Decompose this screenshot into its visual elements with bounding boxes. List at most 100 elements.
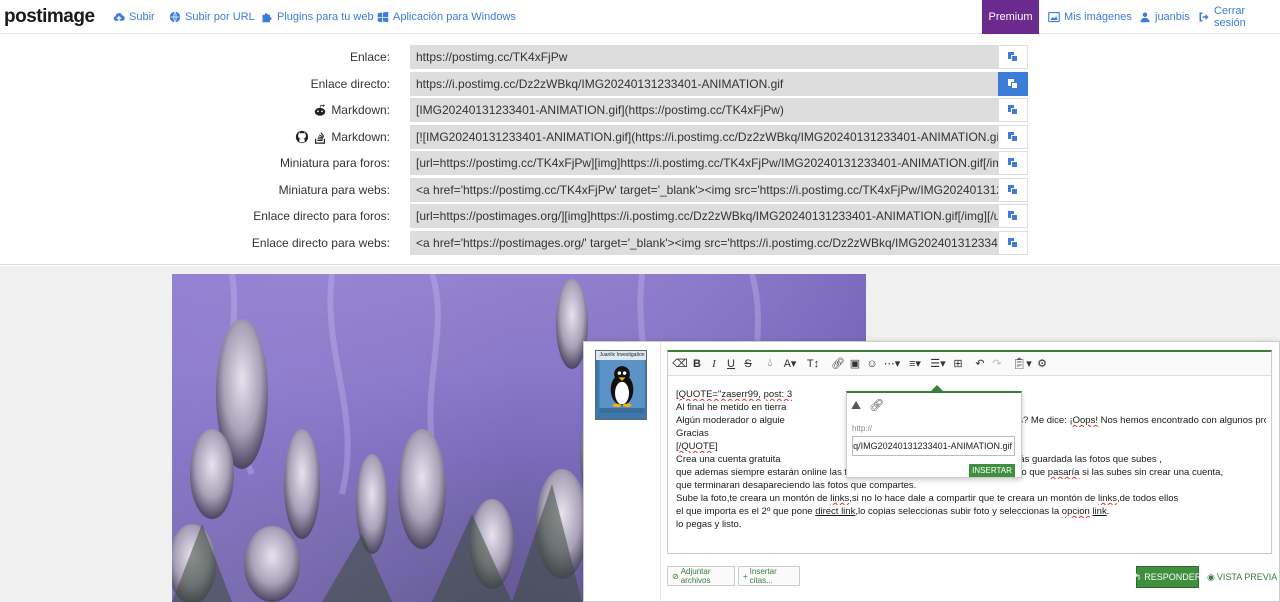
insert-image-popup: ⛰ 🔗︎ http:// Dz2zWBkq/IMG20240131233401-… bbox=[846, 385, 1022, 478]
link-field[interactable]: https://i.postimg.cc/Dz2zWBkq/IMG2024013… bbox=[410, 72, 999, 96]
divider bbox=[660, 342, 661, 602]
link-row: Enlace directo: https://i.postimg.cc/Dz2… bbox=[0, 72, 1280, 96]
link-row: Miniatura para foros: [url=https://posti… bbox=[0, 151, 1280, 175]
link-row: Enlace directo para foros: [url=https://… bbox=[0, 204, 1280, 228]
copy-icon bbox=[1008, 79, 1018, 89]
rich-text-editor[interactable]: ⌫ B I U S 💧︎ A▾ T↕ 🔗︎ ▣ ☺ ⋯▾ ≡▾ ☰▾ ⊞ ↶ ↷… bbox=[667, 350, 1272, 554]
link-label: Miniatura para webs: bbox=[278, 183, 390, 197]
link-field[interactable]: [IMG20240131233401-ANIMATION.gif](https:… bbox=[410, 98, 999, 122]
link-row: Markdown: [IMG20240131233401-ANIMATION.g… bbox=[0, 98, 1280, 122]
popup-arrow bbox=[931, 385, 943, 391]
emoji-icon[interactable]: ☺ bbox=[864, 355, 880, 373]
windows-icon bbox=[377, 11, 389, 23]
windows-app-link[interactable]: Aplicación para Windows bbox=[377, 0, 516, 34]
image-url-input[interactable]: Dz2zWBkq/IMG20240131233401-ANIMATION.gif bbox=[852, 436, 1015, 456]
link-label: Enlace directo: bbox=[310, 77, 390, 91]
github-icon bbox=[296, 130, 309, 144]
upload-tab-icon[interactable]: ⛰ bbox=[851, 398, 861, 413]
upload-link[interactable]: Subir bbox=[113, 0, 155, 34]
copy-icon bbox=[1008, 52, 1018, 62]
gear-icon[interactable]: ⚙ bbox=[1034, 355, 1050, 373]
logo[interactable]: postimage bbox=[4, 6, 95, 28]
top-navbar: postimage Subir Subir por URL Plugins pa… bbox=[0, 0, 1280, 34]
copy-button[interactable] bbox=[998, 178, 1028, 202]
link-icon[interactable]: 🔗︎ bbox=[830, 355, 846, 373]
copy-button[interactable] bbox=[998, 125, 1028, 149]
my-images-label: Mis imágenes bbox=[1064, 11, 1132, 23]
link-field[interactable]: <a href='https://postimg.cc/TK4xFjPw' ta… bbox=[410, 178, 999, 202]
quote-icon: + bbox=[743, 571, 748, 581]
underline-icon[interactable]: U bbox=[723, 355, 739, 373]
font-icon[interactable]: A▾ bbox=[779, 355, 801, 373]
copy-icon bbox=[1008, 238, 1018, 248]
copy-button[interactable] bbox=[998, 204, 1028, 228]
link-field[interactable]: https://postimg.cc/TK4xFjPw bbox=[410, 45, 999, 69]
reply-button[interactable]: ↰ RESPONDER bbox=[1134, 566, 1201, 588]
url-tab-icon[interactable]: 🔗︎ bbox=[869, 398, 884, 413]
color-drop-icon[interactable]: 💧︎ bbox=[762, 355, 778, 373]
copy-icon bbox=[1008, 105, 1018, 115]
link-field[interactable]: [![IMG20240131233401-ANIMATION.gif](http… bbox=[410, 125, 999, 149]
link-label: Markdown: bbox=[313, 98, 390, 122]
insert-button[interactable]: INSERTAR bbox=[969, 464, 1015, 477]
globe-icon bbox=[169, 11, 181, 23]
align-icon[interactable]: ≡▾ bbox=[904, 355, 926, 373]
link-row: Miniatura para webs: <a href='https://po… bbox=[0, 178, 1280, 202]
font-size-icon[interactable]: T↕ bbox=[802, 355, 824, 373]
upload-url-label: Subir por URL bbox=[185, 11, 255, 23]
link-label: Enlace directo para foros: bbox=[253, 209, 390, 223]
avatar-caption: Juanlix Investigation bbox=[596, 351, 646, 360]
user-link[interactable]: juanbis bbox=[1139, 0, 1190, 34]
more-icon[interactable]: ⋯▾ bbox=[881, 355, 903, 373]
forum-reply-panel: Juanlix Investigation ⌫ B I U S 💧︎ A▾ T↕… bbox=[583, 341, 1280, 602]
paperclip-icon: ⊘ bbox=[672, 571, 679, 581]
editor-line: el que importa es el 2º que pone direct … bbox=[676, 506, 1110, 517]
redo-icon[interactable]: ↷ bbox=[989, 355, 1005, 373]
upload-label: Subir bbox=[129, 11, 155, 23]
image-icon bbox=[1048, 11, 1060, 23]
user-icon bbox=[1140, 12, 1150, 23]
preview-button[interactable]: ◉ VISTA PREVIA bbox=[1207, 566, 1277, 588]
premium-button[interactable]: Premium bbox=[982, 0, 1039, 34]
popup-tabs: ⛰ 🔗︎ bbox=[851, 398, 884, 413]
puzzle-icon bbox=[262, 13, 272, 23]
editor-toolbar: ⌫ B I U S 💧︎ A▾ T↕ 🔗︎ ▣ ☺ ⋯▾ ≡▾ ☰▾ ⊞ ↶ ↷… bbox=[668, 352, 1271, 376]
eye-icon: ◉ bbox=[1207, 571, 1215, 582]
copy-button[interactable] bbox=[998, 98, 1028, 122]
stack-icon bbox=[315, 132, 326, 144]
attach-files-button[interactable]: ⊘ Adjuntar archivos bbox=[667, 566, 735, 586]
copy-icon bbox=[1008, 211, 1018, 221]
link-row: Markdown: [![IMG20240131233401-ANIMATION… bbox=[0, 125, 1280, 149]
link-label: Markdown: bbox=[295, 125, 390, 149]
strikethrough-icon[interactable]: S bbox=[740, 355, 756, 373]
copy-button[interactable] bbox=[998, 45, 1028, 69]
italic-icon[interactable]: I bbox=[706, 355, 722, 373]
insert-quotes-button[interactable]: + Insertar citas... bbox=[738, 566, 800, 586]
link-field[interactable]: [url=https://postimages.org/][img]https:… bbox=[410, 204, 999, 228]
url-placeholder-label: http:// bbox=[852, 424, 873, 433]
list-icon[interactable]: ☰▾ bbox=[927, 355, 949, 373]
bold-icon[interactable]: B bbox=[689, 355, 705, 373]
link-label: Miniatura para foros: bbox=[279, 156, 390, 170]
link-field[interactable]: [url=https://postimg.cc/TK4xFjPw][img]ht… bbox=[410, 151, 999, 175]
eraser-icon[interactable]: ⌫ bbox=[672, 355, 688, 373]
upload-url-link[interactable]: Subir por URL bbox=[169, 0, 255, 34]
copy-button[interactable] bbox=[998, 72, 1028, 96]
undo-icon[interactable]: ↶ bbox=[972, 355, 988, 373]
reddit-icon bbox=[315, 104, 326, 116]
logout-link[interactable]: Cerrar sesión bbox=[1198, 0, 1280, 34]
my-images-link[interactable]: Mis imágenes bbox=[1048, 0, 1132, 34]
copy-button[interactable] bbox=[998, 151, 1028, 175]
table-icon[interactable]: ⊞ bbox=[950, 355, 966, 373]
plugins-link[interactable]: Plugins para tu web bbox=[261, 0, 374, 34]
link-field[interactable]: <a href='https://postimages.org/' target… bbox=[410, 231, 999, 255]
editor-line: Sube la foto,te creara un montón de link… bbox=[676, 493, 1179, 504]
clipboard-icon[interactable]: 📋︎▾ bbox=[1011, 355, 1033, 373]
windows-app-label: Aplicación para Windows bbox=[393, 11, 516, 23]
editor-line: lo pegas y listo. bbox=[676, 519, 742, 530]
penguin-icon bbox=[599, 360, 645, 414]
copy-button[interactable] bbox=[998, 231, 1028, 255]
sign-out-icon bbox=[1199, 12, 1209, 22]
avatar: Juanlix Investigation bbox=[595, 350, 647, 420]
image-icon[interactable]: ▣ bbox=[847, 355, 863, 373]
